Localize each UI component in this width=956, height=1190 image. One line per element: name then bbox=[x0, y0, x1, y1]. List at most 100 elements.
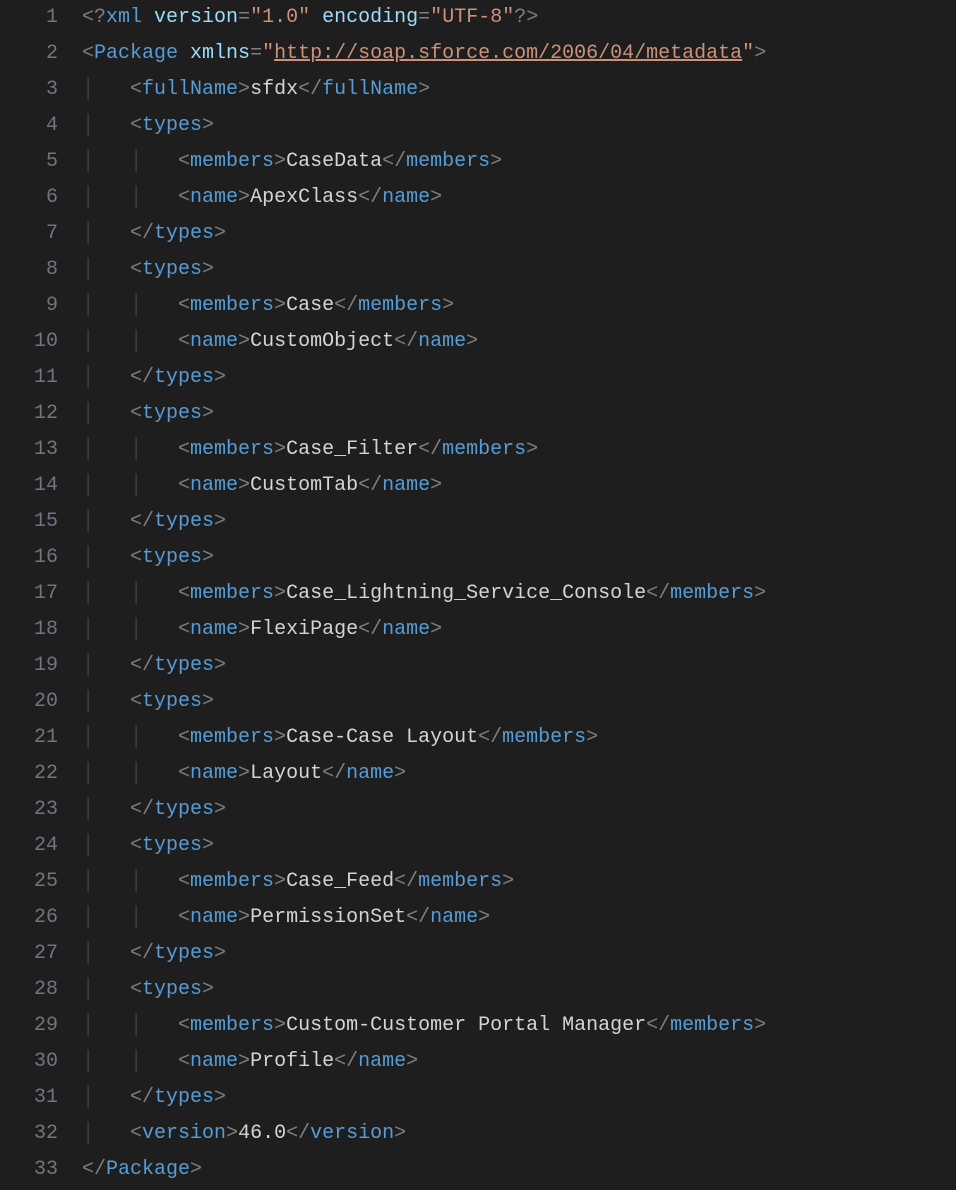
line-number: 28 bbox=[0, 972, 82, 1008]
line-number: 24 bbox=[0, 828, 82, 864]
code-line[interactable]: 1 <?xml version="1.0" encoding="UTF-8"?> bbox=[0, 0, 956, 36]
code-line[interactable]: 26 │ │ <name>PermissionSet</name> bbox=[0, 900, 956, 936]
line-number: 19 bbox=[0, 648, 82, 684]
code-content[interactable]: │ <types> bbox=[82, 828, 214, 864]
line-number: 18 bbox=[0, 612, 82, 648]
code-content[interactable]: │ <types> bbox=[82, 252, 214, 288]
code-content[interactable]: │ │ <members>Case</members> bbox=[82, 288, 454, 324]
code-content[interactable]: │ │ <name>Layout</name> bbox=[82, 756, 406, 792]
code-line[interactable]: 29 │ │ <members>Custom-Customer Portal M… bbox=[0, 1008, 956, 1044]
code-line[interactable]: 31 │ </types> bbox=[0, 1080, 956, 1116]
line-number: 3 bbox=[0, 72, 82, 108]
code-line[interactable]: 2 <Package xmlns="http://soap.sforce.com… bbox=[0, 36, 956, 72]
code-line[interactable]: 6 │ │ <name>ApexClass</name> bbox=[0, 180, 956, 216]
line-number: 13 bbox=[0, 432, 82, 468]
code-content[interactable]: │ <version>46.0</version> bbox=[82, 1116, 406, 1152]
code-line[interactable]: 3 │ <fullName>sfdx</fullName> bbox=[0, 72, 956, 108]
code-content[interactable]: │ </types> bbox=[82, 648, 226, 684]
line-number: 4 bbox=[0, 108, 82, 144]
line-number: 6 bbox=[0, 180, 82, 216]
code-line[interactable]: 22 │ │ <name>Layout</name> bbox=[0, 756, 956, 792]
code-line[interactable]: 17 │ │ <members>Case_Lightning_Service_C… bbox=[0, 576, 956, 612]
code-content[interactable]: │ <types> bbox=[82, 684, 214, 720]
code-content[interactable]: │ <types> bbox=[82, 108, 214, 144]
code-line[interactable]: 23 │ </types> bbox=[0, 792, 956, 828]
code-content[interactable]: │ <types> bbox=[82, 396, 214, 432]
line-number: 22 bbox=[0, 756, 82, 792]
code-line[interactable]: 10 │ │ <name>CustomObject</name> bbox=[0, 324, 956, 360]
line-number: 31 bbox=[0, 1080, 82, 1116]
code-line[interactable]: 33 </Package> bbox=[0, 1152, 956, 1188]
line-number: 14 bbox=[0, 468, 82, 504]
line-number: 29 bbox=[0, 1008, 82, 1044]
code-content[interactable]: │ </types> bbox=[82, 216, 226, 252]
code-line[interactable]: 30 │ │ <name>Profile</name> bbox=[0, 1044, 956, 1080]
code-line[interactable]: 13 │ │ <members>Case_Filter</members> bbox=[0, 432, 956, 468]
code-line[interactable]: 24 │ <types> bbox=[0, 828, 956, 864]
code-content[interactable]: <?xml version="1.0" encoding="UTF-8"?> bbox=[82, 0, 538, 36]
code-content[interactable]: │ │ <members>Case-Case Layout</members> bbox=[82, 720, 598, 756]
code-content[interactable]: </Package> bbox=[82, 1152, 202, 1188]
code-line[interactable]: 12 │ <types> bbox=[0, 396, 956, 432]
line-number: 16 bbox=[0, 540, 82, 576]
code-content[interactable]: │ │ <name>FlexiPage</name> bbox=[82, 612, 442, 648]
code-content[interactable]: │ <fullName>sfdx</fullName> bbox=[82, 72, 430, 108]
code-content[interactable]: │ </types> bbox=[82, 936, 226, 972]
line-number: 17 bbox=[0, 576, 82, 612]
code-line[interactable]: 20 │ <types> bbox=[0, 684, 956, 720]
code-line[interactable]: 32 │ <version>46.0</version> bbox=[0, 1116, 956, 1152]
code-content[interactable]: │ │ <name>ApexClass</name> bbox=[82, 180, 442, 216]
line-number: 21 bbox=[0, 720, 82, 756]
line-number: 12 bbox=[0, 396, 82, 432]
line-number: 32 bbox=[0, 1116, 82, 1152]
code-content[interactable]: │ </types> bbox=[82, 504, 226, 540]
code-content[interactable]: │ │ <name>Profile</name> bbox=[82, 1044, 418, 1080]
code-line[interactable]: 9 │ │ <members>Case</members> bbox=[0, 288, 956, 324]
code-line[interactable]: 4 │ <types> bbox=[0, 108, 956, 144]
code-line[interactable]: 14 │ │ <name>CustomTab</name> bbox=[0, 468, 956, 504]
line-number: 9 bbox=[0, 288, 82, 324]
line-number: 30 bbox=[0, 1044, 82, 1080]
code-line[interactable]: 21 │ │ <members>Case-Case Layout</member… bbox=[0, 720, 956, 756]
line-number: 5 bbox=[0, 144, 82, 180]
code-content[interactable]: │ </types> bbox=[82, 360, 226, 396]
line-number: 23 bbox=[0, 792, 82, 828]
line-number: 2 bbox=[0, 36, 82, 72]
line-number: 15 bbox=[0, 504, 82, 540]
line-number: 25 bbox=[0, 864, 82, 900]
code-content[interactable]: │ │ <members>Custom-Customer Portal Mana… bbox=[82, 1008, 766, 1044]
code-content[interactable]: │ │ <members>Case_Filter</members> bbox=[82, 432, 538, 468]
code-content[interactable]: │ <types> bbox=[82, 972, 214, 1008]
code-line[interactable]: 19 │ </types> bbox=[0, 648, 956, 684]
line-number: 10 bbox=[0, 324, 82, 360]
code-content[interactable]: │ </types> bbox=[82, 1080, 226, 1116]
code-line[interactable]: 16 │ <types> bbox=[0, 540, 956, 576]
code-content[interactable]: │ │ <name>CustomObject</name> bbox=[82, 324, 478, 360]
code-content[interactable]: │ <types> bbox=[82, 540, 214, 576]
code-line[interactable]: 7 │ </types> bbox=[0, 216, 956, 252]
code-content[interactable]: │ </types> bbox=[82, 792, 226, 828]
code-line[interactable]: 5 │ │ <members>CaseData</members> bbox=[0, 144, 956, 180]
line-number: 33 bbox=[0, 1152, 82, 1188]
code-line[interactable]: 28 │ <types> bbox=[0, 972, 956, 1008]
code-content[interactable]: │ │ <members>CaseData</members> bbox=[82, 144, 502, 180]
code-line[interactable]: 27 │ </types> bbox=[0, 936, 956, 972]
code-line[interactable]: 11 │ </types> bbox=[0, 360, 956, 396]
line-number: 27 bbox=[0, 936, 82, 972]
code-line[interactable]: 25 │ │ <members>Case_Feed</members> bbox=[0, 864, 956, 900]
line-number: 20 bbox=[0, 684, 82, 720]
line-number: 7 bbox=[0, 216, 82, 252]
code-content[interactable]: │ │ <name>PermissionSet</name> bbox=[82, 900, 490, 936]
code-content[interactable]: │ │ <name>CustomTab</name> bbox=[82, 468, 442, 504]
code-line[interactable]: 18 │ │ <name>FlexiPage</name> bbox=[0, 612, 956, 648]
code-line[interactable]: 15 │ </types> bbox=[0, 504, 956, 540]
code-content[interactable]: │ │ <members>Case_Lightning_Service_Cons… bbox=[82, 576, 766, 612]
code-line[interactable]: 8 │ <types> bbox=[0, 252, 956, 288]
code-content[interactable]: <Package xmlns="http://soap.sforce.com/2… bbox=[82, 36, 766, 72]
code-content[interactable]: │ │ <members>Case_Feed</members> bbox=[82, 864, 514, 900]
line-number: 11 bbox=[0, 360, 82, 396]
line-number: 1 bbox=[0, 0, 82, 36]
line-number: 8 bbox=[0, 252, 82, 288]
line-number: 26 bbox=[0, 900, 82, 936]
code-editor[interactable]: 1 <?xml version="1.0" encoding="UTF-8"?>… bbox=[0, 0, 956, 1188]
